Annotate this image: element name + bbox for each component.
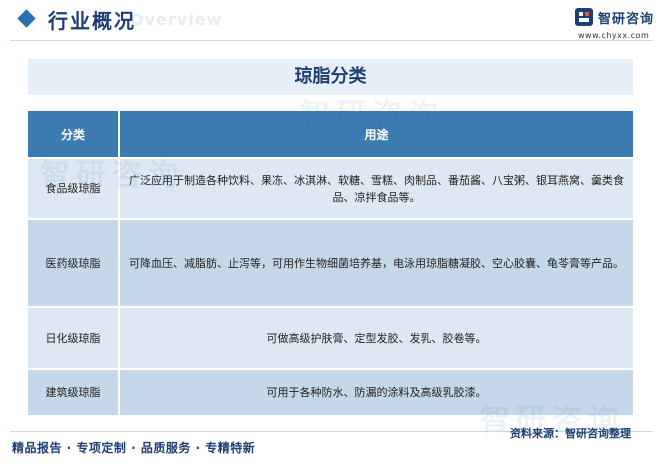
table-row: 建筑级琼脂 可用于各种防水、防漏的涂料及高级乳胶漆。 — [28, 368, 633, 415]
section-subtitle: Overview — [130, 10, 223, 29]
source-note: 资料来源：智研咨询整理 — [510, 427, 631, 440]
brand-name: 智研咨询 — [598, 12, 655, 27]
row-usage: 可做高级护肤膏、定型发胶、发乳、胶卷等。 — [119, 306, 633, 369]
diamond-icon — [17, 9, 36, 28]
header-divider — [10, 40, 653, 41]
footer-services: 精品报告 · 专项定制 · 品质服务 · 专精特新 — [12, 441, 256, 455]
table-row: 医药级琼脂 可降血压、减脂肪、止泻等，可用作生物细菌培养基，电泳用琼脂糖凝胶、空… — [28, 218, 633, 307]
brand-url: www.chyxx.com — [578, 31, 650, 40]
row-category: 医药级琼脂 — [28, 218, 120, 307]
section-title: 行业概况 — [48, 9, 136, 33]
row-category: 日化级琼脂 — [28, 306, 120, 369]
row-usage: 可降血压、减脂肪、止泻等，可用作生物细菌培养基，电泳用琼脂糖凝胶、空心胶囊、龟苓… — [119, 218, 633, 307]
header: Overview 行业概况 智研咨询 www.chyxx.com — [0, 0, 663, 44]
table-header-row: 分类 用途 — [28, 111, 633, 158]
row-usage: 广泛应用于制造各种饮料、果冻、冰淇淋、软糖、雪糕、肉制品、番茄酱、八宝粥、银耳燕… — [119, 157, 633, 219]
row-category: 食品级琼脂 — [28, 157, 120, 219]
classification-table: 分类 用途 食品级琼脂 广泛应用于制造各种饮料、果冻、冰淇淋、软糖、雪糕、肉制品… — [28, 111, 633, 415]
table-row: 日化级琼脂 可做高级护肤膏、定型发胶、发乳、胶卷等。 — [28, 306, 633, 369]
table-row: 食品级琼脂 广泛应用于制造各种饮料、果冻、冰淇淋、软糖、雪糕、肉制品、番茄酱、八… — [28, 157, 633, 219]
column-header-category: 分类 — [28, 111, 120, 158]
row-category: 建筑级琼脂 — [28, 368, 120, 415]
table-title: 琼脂分类 — [294, 66, 367, 87]
column-header-usage: 用途 — [119, 111, 633, 158]
row-usage: 可用于各种防水、防漏的涂料及高级乳胶漆。 — [119, 368, 633, 415]
brand-logo-icon — [575, 8, 593, 26]
table-title-bar: 琼脂分类 — [28, 59, 633, 95]
